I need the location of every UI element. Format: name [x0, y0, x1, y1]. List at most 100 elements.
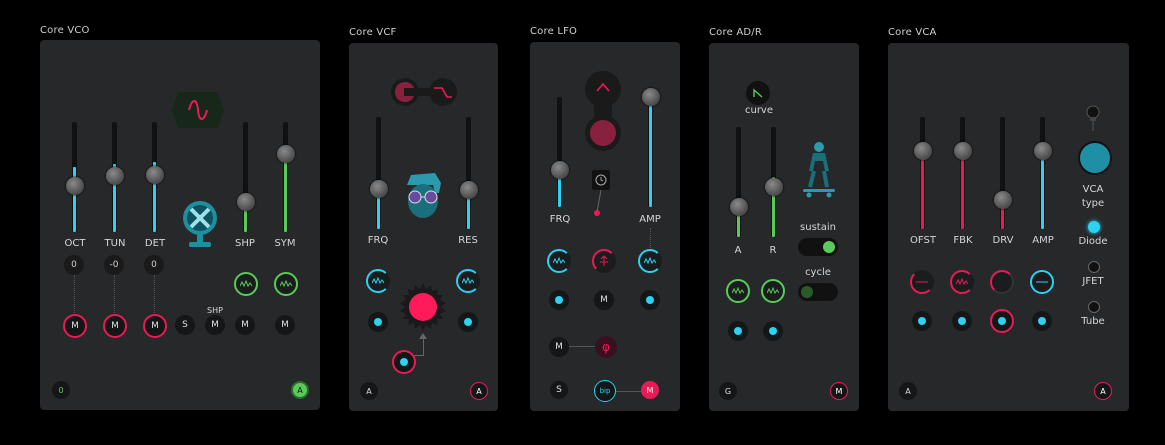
sunburst-knob[interactable] [399, 283, 447, 331]
arrow-up-icon [419, 333, 427, 339]
vco-output-button[interactable]: 0 [52, 381, 70, 399]
vca-amp-cv-input[interactable] [1032, 311, 1052, 331]
skateboarder-icon [799, 141, 839, 199]
shp-attenuator-knob[interactable] [234, 272, 258, 296]
bar-icon [916, 281, 928, 283]
lfo-bip-button[interactable]: bip [594, 380, 616, 402]
frq-cv-input[interactable] [368, 312, 388, 332]
drv-slider[interactable] [1000, 117, 1005, 229]
oct-slider-handle[interactable] [65, 177, 84, 195]
fbk-slider-handle[interactable] [953, 142, 972, 160]
adr-output-button[interactable]: M [830, 382, 848, 400]
lfo-amp-slider-handle[interactable] [641, 88, 660, 106]
sustain-toggle[interactable] [798, 238, 838, 256]
tun-slider-handle[interactable] [105, 167, 124, 185]
sym-label: SYM [274, 238, 296, 249]
ofst-slider[interactable] [920, 117, 925, 229]
fbk-slider[interactable] [960, 117, 965, 229]
lfo-phase-attenuator[interactable] [592, 249, 616, 273]
vca-audio-button[interactable]: A [1094, 382, 1112, 400]
res-label: RES [458, 235, 478, 246]
lfo-frq-slider[interactable] [557, 97, 562, 207]
jfet-radio[interactable] [1088, 261, 1100, 273]
tube-radio[interactable] [1088, 301, 1100, 313]
drv-slider-handle[interactable] [993, 191, 1012, 209]
attack-cv-input[interactable] [728, 321, 748, 341]
connector-line [650, 228, 652, 248]
lfo-mod-button[interactable]: M [594, 290, 614, 310]
waveform-icon [767, 287, 779, 295]
sym-slider-handle[interactable] [276, 145, 295, 163]
lfo-wave-selector[interactable] [585, 71, 621, 151]
lfo-m-button[interactable]: M [549, 337, 569, 357]
res-cv-input[interactable] [458, 312, 478, 332]
sync-button[interactable]: S [175, 315, 195, 335]
vcf-a-button[interactable]: A [360, 382, 378, 400]
res-attenuator-knob[interactable] [456, 269, 480, 293]
vca-amp-slider[interactable] [1040, 117, 1045, 229]
drv-attenuator-knob[interactable] [990, 270, 1014, 294]
vcf-audio-button[interactable]: A [470, 382, 488, 400]
waveform-icon [372, 277, 384, 285]
shp-small-label: SHP [207, 306, 223, 315]
release-attenuator-knob[interactable] [761, 279, 785, 303]
vco-audio-button[interactable]: A [291, 381, 309, 399]
diode-radio[interactable] [1088, 221, 1100, 233]
sym-mod-button[interactable]: M [275, 315, 295, 335]
lfo-amp-attenuator[interactable] [638, 249, 662, 273]
vca-type-knob[interactable] [1078, 141, 1112, 175]
shp-mod-button[interactable]: M [205, 315, 225, 335]
shp-slider[interactable] [243, 122, 248, 232]
ofst-slider-handle[interactable] [913, 142, 932, 160]
vca-amp-slider-handle[interactable] [1033, 142, 1052, 160]
lfo-frq-cv-input[interactable] [549, 290, 569, 310]
curve-icon [753, 88, 763, 98]
lfo-frq-attenuator[interactable] [547, 249, 571, 273]
shp-cv-button[interactable]: M [235, 315, 255, 335]
res-slider[interactable] [466, 117, 471, 229]
filter-cv-input[interactable] [392, 350, 416, 374]
frq-slider-handle[interactable] [369, 180, 388, 198]
drv-cv-input[interactable] [990, 309, 1014, 333]
attack-slider[interactable] [736, 127, 741, 237]
lfo-amp-cv-input[interactable] [640, 290, 660, 310]
cycle-toggle[interactable] [798, 283, 838, 301]
release-label: R [769, 245, 777, 256]
fbk-label: FBK [953, 235, 973, 246]
fbk-attenuator-knob[interactable] [950, 270, 974, 294]
lfo-frq-slider-handle[interactable] [550, 161, 569, 179]
lfo-sync-button[interactable]: S [550, 381, 568, 399]
cycle-label: cycle [805, 267, 831, 278]
attack-slider-handle[interactable] [729, 198, 748, 216]
sym-slider[interactable] [283, 122, 288, 232]
shp-slider-handle[interactable] [236, 193, 255, 211]
oct-mod-button[interactable]: M [63, 314, 87, 338]
frq-attenuator-knob[interactable] [366, 269, 390, 293]
sym-attenuator-knob[interactable] [274, 272, 298, 296]
filter-mode-selector[interactable] [390, 77, 458, 107]
gate-button[interactable]: G [719, 382, 737, 400]
lfo-output-button[interactable]: M [641, 381, 659, 399]
release-cv-input[interactable] [763, 321, 783, 341]
ofst-cv-input[interactable] [912, 311, 932, 331]
vca-amp-attenuator-knob[interactable] [1030, 270, 1054, 294]
release-slider-handle[interactable] [764, 178, 783, 196]
vco-panel: OCT TUN DET 0 -0 0 SHP SYM M M M S SHP M… [40, 40, 320, 410]
lfo-amp-slider[interactable] [648, 97, 653, 207]
waveform-icon [240, 280, 252, 288]
attack-attenuator-knob[interactable] [726, 279, 750, 303]
phase-icon [600, 255, 608, 266]
waveform-icon [553, 257, 565, 265]
tun-mod-button[interactable]: M [103, 314, 127, 338]
diode-label: Diode [1078, 236, 1108, 247]
ofst-attenuator-knob[interactable] [910, 270, 934, 294]
curve-knob[interactable] [746, 81, 770, 105]
det-slider-handle[interactable] [145, 166, 164, 184]
res-slider-handle[interactable] [459, 181, 478, 199]
lfo-phase-button[interactable]: φ [595, 336, 617, 358]
fbk-cv-input[interactable] [952, 311, 972, 331]
det-mod-button[interactable]: M [143, 314, 167, 338]
frq-slider[interactable] [376, 117, 381, 229]
vca-a-button[interactable]: A [899, 382, 917, 400]
vca-type-label-1: VCA [1082, 184, 1104, 195]
